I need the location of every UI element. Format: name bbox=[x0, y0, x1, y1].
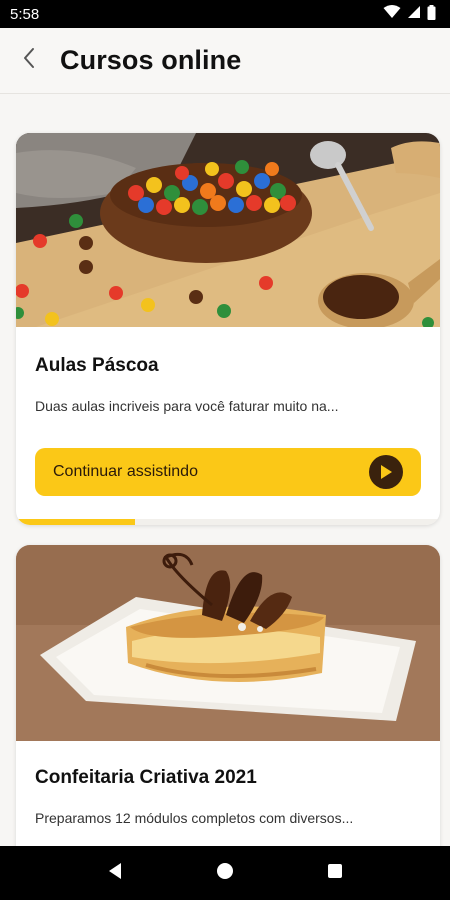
course-image-eclair-dessert bbox=[16, 545, 440, 741]
recents-square-icon bbox=[327, 863, 343, 884]
course-list[interactable]: Aulas Páscoa Duas aulas incriveis para v… bbox=[0, 95, 450, 846]
course-title: Aulas Páscoa bbox=[35, 355, 159, 376]
continue-watching-label: Continuar assistindo bbox=[53, 463, 198, 480]
home-circle-icon bbox=[216, 862, 234, 885]
nav-recents-button[interactable] bbox=[315, 853, 355, 893]
system-nav-bar bbox=[0, 846, 450, 900]
course-progress-fill bbox=[16, 519, 135, 525]
course-title: Confeitaria Criativa 2021 bbox=[35, 767, 257, 788]
status-icons bbox=[383, 4, 436, 24]
nav-back-button[interactable] bbox=[95, 853, 135, 893]
course-card-confeitaria-criativa[interactable]: Confeitaria Criativa 2021 Preparamos 12 … bbox=[16, 545, 440, 846]
course-progress-bar bbox=[16, 519, 440, 525]
course-card-aulas-pascoa[interactable]: Aulas Páscoa Duas aulas incriveis para v… bbox=[16, 133, 440, 525]
battery-icon bbox=[427, 4, 436, 24]
back-triangle-icon bbox=[107, 862, 123, 885]
course-description: Duas aulas incriveis para você faturar m… bbox=[35, 398, 339, 414]
wifi-icon bbox=[383, 5, 401, 23]
course-description: Preparamos 12 módulos completos com dive… bbox=[35, 810, 354, 826]
back-button[interactable] bbox=[4, 28, 54, 94]
app-header: Cursos online bbox=[0, 28, 450, 94]
nav-home-button[interactable] bbox=[205, 853, 245, 893]
chevron-left-icon bbox=[22, 47, 36, 74]
signal-icon bbox=[407, 5, 421, 23]
play-icon bbox=[369, 455, 403, 489]
course-image-easter-egg bbox=[16, 133, 440, 327]
continue-watching-button[interactable]: Continuar assistindo bbox=[35, 448, 421, 496]
page-title: Cursos online bbox=[60, 45, 242, 75]
status-bar: 5:58 bbox=[0, 0, 450, 28]
status-time: 5:58 bbox=[10, 5, 40, 23]
